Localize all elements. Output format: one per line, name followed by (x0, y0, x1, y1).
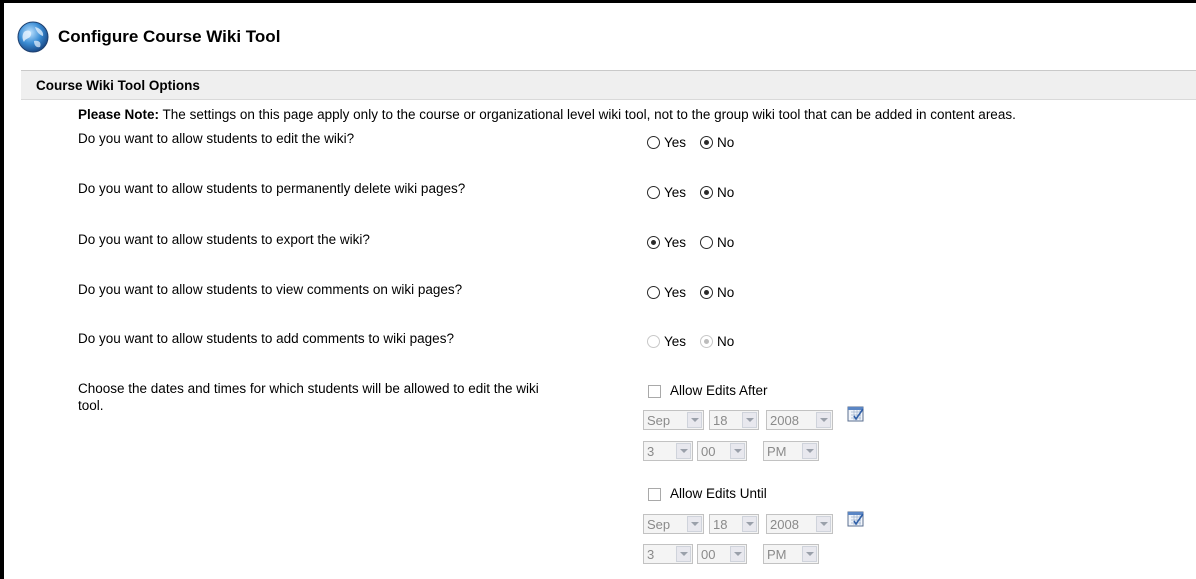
after-ampm-select[interactable]: PM (763, 441, 819, 461)
radio-group-view-comments: Yes No (647, 285, 734, 300)
until-month-select[interactable]: Sep (643, 514, 704, 534)
note-text: The settings on this page apply only to … (159, 107, 1016, 122)
radio-label-yes: Yes (664, 285, 687, 300)
settings-note: Please Note: The settings on this page a… (78, 107, 1016, 122)
select-value: Sep (647, 516, 671, 532)
options-section-header: Course Wiki Tool Options (21, 70, 1196, 100)
question-edit-wiki: Do you want to allow students to edit th… (78, 131, 355, 146)
until-day-select[interactable]: 18 (709, 514, 759, 534)
chevron-down-icon (742, 412, 757, 428)
radio-delete-pages-yes[interactable] (647, 186, 660, 199)
radio-delete-pages-no[interactable] (700, 186, 714, 199)
page-header: Configure Course Wiki Tool (16, 20, 280, 54)
question-view-comments: Do you want to allow students to view co… (78, 282, 463, 297)
radio-label-no: No (717, 235, 735, 250)
question-add-comments: Do you want to allow students to add com… (78, 331, 454, 346)
radio-export-wiki-no[interactable] (700, 236, 714, 249)
chevron-down-icon (676, 546, 691, 562)
radio-add-comments-yes[interactable] (647, 335, 660, 348)
radio-label-no: No (717, 285, 735, 300)
after-year-select[interactable]: 2008 (766, 410, 833, 430)
chevron-down-icon (730, 443, 745, 459)
until-minute-select[interactable]: 00 (697, 544, 747, 564)
until-hour-select[interactable]: 3 (643, 544, 693, 564)
chevron-down-icon (687, 516, 702, 532)
radio-group-add-comments: Yes No (647, 334, 734, 349)
allow-edits-until-checkbox[interactable] (648, 488, 661, 501)
select-value: Sep (647, 412, 671, 428)
chevron-down-icon (816, 412, 831, 428)
radio-view-comments-no[interactable] (700, 286, 714, 299)
allow-edits-after-label: Allow Edits After (670, 383, 768, 398)
window-frame-left (0, 0, 4, 579)
window-frame-top (0, 0, 1196, 3)
chevron-down-icon (676, 443, 691, 459)
radio-label-no: No (717, 135, 735, 150)
until-calendar-icon[interactable] (847, 510, 865, 528)
after-minute-select[interactable]: 00 (697, 441, 747, 461)
chevron-down-icon (802, 443, 817, 459)
after-hour-select[interactable]: 3 (643, 441, 693, 461)
until-ampm-select[interactable]: PM (763, 544, 819, 564)
radio-label-yes: Yes (664, 135, 687, 150)
select-value: 00 (701, 443, 716, 459)
select-value: 2008 (770, 412, 799, 428)
chevron-down-icon (816, 516, 831, 532)
radio-edit-wiki-no[interactable] (700, 136, 714, 149)
dates-prompt-line2: tool. (78, 398, 104, 413)
page-title: Configure Course Wiki Tool (58, 27, 281, 46)
radio-label-no: No (717, 185, 735, 200)
radio-label-yes: Yes (664, 334, 687, 349)
radio-group-delete-pages: Yes No (647, 185, 734, 200)
allow-edits-after-checkbox[interactable] (648, 385, 661, 398)
radio-label-no: No (717, 334, 735, 349)
radio-label-yes: Yes (664, 185, 687, 200)
radio-group-edit-wiki: Yes No (647, 135, 734, 150)
until-year-select[interactable]: 2008 (766, 514, 833, 534)
select-value: PM (767, 443, 787, 459)
radio-add-comments-no[interactable] (700, 335, 714, 348)
select-value: 00 (701, 546, 716, 562)
allow-edits-until-label: Allow Edits Until (670, 486, 767, 501)
chevron-down-icon (687, 412, 702, 428)
after-calendar-icon[interactable] (847, 405, 865, 423)
note-label: Please Note: (78, 107, 160, 122)
radio-export-wiki-yes[interactable] (647, 236, 660, 249)
chevron-down-icon (730, 546, 745, 562)
select-value: PM (767, 546, 787, 562)
select-value: 18 (713, 412, 728, 428)
radio-group-export-wiki: Yes No (647, 235, 734, 250)
select-value: 2008 (770, 516, 799, 532)
after-day-select[interactable]: 18 (709, 410, 759, 430)
chevron-down-icon (742, 516, 757, 532)
radio-view-comments-yes[interactable] (647, 286, 660, 299)
radio-label-yes: Yes (664, 235, 687, 250)
after-month-select[interactable]: Sep (643, 410, 704, 430)
chevron-down-icon (802, 546, 817, 562)
question-delete-pages: Do you want to allow students to permane… (78, 181, 466, 196)
select-value: 3 (647, 443, 655, 459)
radio-edit-wiki-yes[interactable] (647, 136, 660, 149)
select-value: 3 (647, 546, 655, 562)
options-section-title: Course Wiki Tool Options (36, 78, 200, 93)
globe-icon (17, 21, 49, 53)
select-value: 18 (713, 516, 728, 532)
dates-prompt-line1: Choose the dates and times for which stu… (78, 381, 539, 396)
question-export-wiki: Do you want to allow students to export … (78, 232, 370, 247)
